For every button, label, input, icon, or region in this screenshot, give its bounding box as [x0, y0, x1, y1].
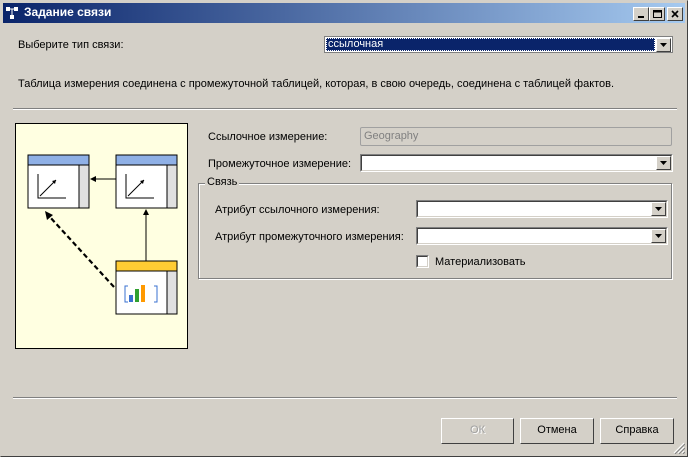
- intermediate-dimension-dropdown-button[interactable]: [656, 156, 671, 170]
- ok-button[interactable]: ОК: [441, 418, 514, 444]
- top-divider: [13, 108, 677, 110]
- relation-type-label: Выберите тип связи:: [18, 39, 124, 51]
- chevron-down-icon: [655, 207, 662, 211]
- close-button[interactable]: [667, 7, 683, 21]
- relation-type-select[interactable]: ссылочная: [324, 36, 673, 53]
- reference-attribute-select[interactable]: [416, 200, 668, 218]
- intermediate-table-icon: [115, 154, 178, 209]
- relation-type-dropdown-button[interactable]: [656, 38, 671, 52]
- intermediate-dimension-select[interactable]: [360, 154, 673, 172]
- help-button[interactable]: Справка: [600, 418, 674, 444]
- intermediate-attribute-dropdown-button[interactable]: [651, 229, 666, 243]
- description-text: Таблица измерения соединена с промежуточ…: [18, 78, 615, 90]
- reference-attribute-label: Атрибут ссылочного измерения:: [215, 204, 380, 216]
- chevron-down-icon: [660, 161, 667, 165]
- maximize-button[interactable]: [649, 7, 665, 21]
- chevron-down-icon: [660, 43, 667, 47]
- chevron-down-icon: [655, 234, 662, 238]
- minimize-button[interactable]: [633, 7, 649, 21]
- materialize-label[interactable]: Материализовать: [435, 256, 526, 268]
- relation-type-value: ссылочная: [326, 38, 655, 51]
- maximize-icon: [653, 10, 662, 18]
- intermediate-attribute-label: Атрибут промежуточного измерения:: [215, 231, 404, 243]
- relationship-app-icon[interactable]: [5, 6, 19, 20]
- reference-attribute-dropdown-button[interactable]: [651, 202, 666, 216]
- relationship-group-title: Связь: [205, 176, 240, 188]
- cancel-button[interactable]: Отмена: [520, 418, 594, 444]
- arrow-up-icon: [143, 209, 149, 215]
- relationship-diagram: [15, 123, 188, 349]
- dimension-table-icon: [27, 154, 90, 209]
- resize-grip-icon[interactable]: [673, 442, 685, 454]
- title-bar[interactable]: Задание связи: [3, 3, 685, 23]
- minimize-icon: [638, 16, 644, 18]
- close-icon: [671, 10, 679, 18]
- intermediate-attribute-select[interactable]: [416, 227, 668, 245]
- reference-dimension-field: Geography: [360, 127, 672, 146]
- diagram-graphic: [27, 154, 178, 315]
- bottom-divider: [13, 397, 677, 399]
- arrow-left-icon: [90, 176, 96, 182]
- reference-dimension-value: Geography: [364, 130, 419, 142]
- materialize-checkbox[interactable]: [416, 255, 429, 268]
- window-title: Задание связи: [24, 5, 112, 19]
- intermediate-dimension-label: Промежуточное измерение:: [208, 158, 352, 170]
- reference-dimension-label: Ссылочное измерение:: [208, 131, 328, 143]
- fact-table-icon: [115, 260, 178, 315]
- dialog-window: Задание связи Выберите тип связи: ссылоч…: [0, 0, 688, 457]
